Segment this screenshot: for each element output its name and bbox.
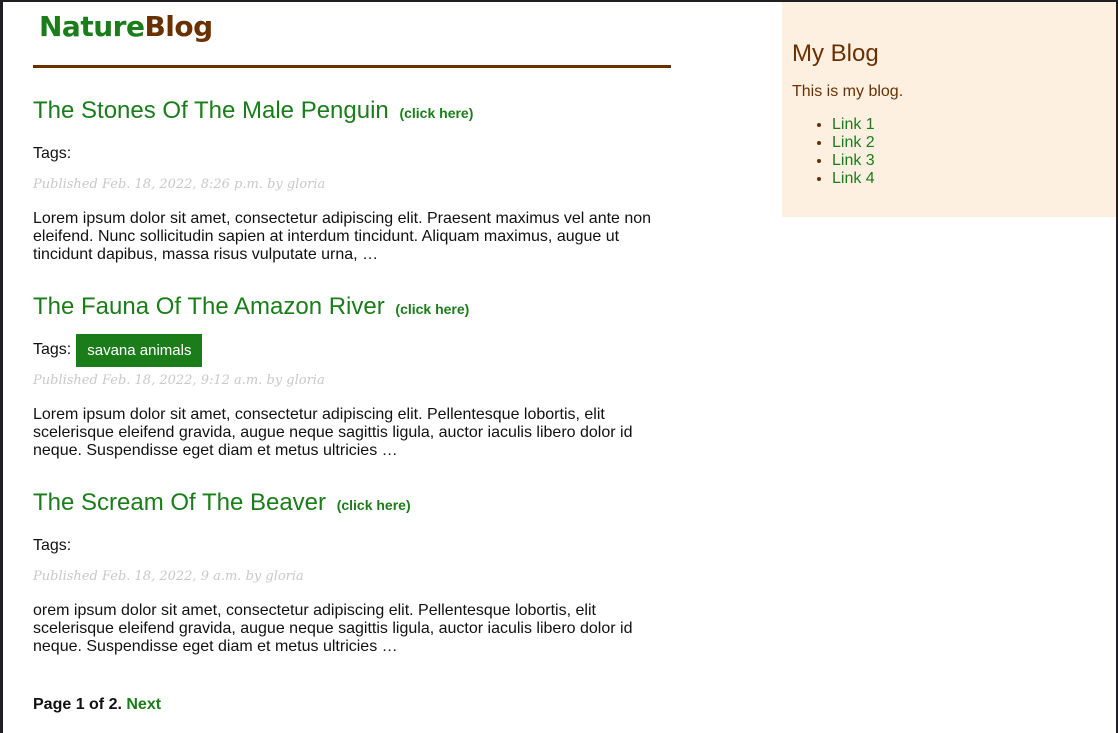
post-meta: Published Feb. 18, 2022, 9:12 a.m. by gl… [33,373,325,388]
click-here-link[interactable]: (click here) [395,301,469,317]
main-content: NatureBlog The Stones Of The Male Pengui… [33,2,671,714]
logo-nature: Nature [39,10,145,43]
logo-blog: Blog [144,10,213,43]
tags-row: Tags: savana animals [33,333,671,367]
post-excerpt: Lorem ipsum dolor sit amet, consectetur … [33,210,652,263]
tag-badge[interactable]: savana animals [76,333,203,367]
post-title: The Fauna Of The Amazon River (click her… [33,293,671,323]
sidebar-link[interactable]: Link 2 [832,134,875,151]
post-excerpt: orem ipsum dolor sit amet, consectetur a… [33,602,633,655]
sidebar-link[interactable]: Link 4 [832,170,875,187]
tags-label: Tags: [33,145,72,162]
sidebar-link[interactable]: Link 1 [832,116,875,133]
sidebar-description: This is my blog. [792,83,904,100]
tags-row: Tags: [33,137,671,171]
sidebar-links: Link 1 Link 2 Link 3 Link 4 [792,116,1116,188]
pagination: Page 1 of 2. Next [33,696,671,714]
tags-row: Tags: [33,529,671,563]
post-title-link[interactable]: The Scream Of The Beaver [33,489,326,516]
sidebar-link-item: Link 2 [832,134,1116,152]
click-here-link[interactable]: (click here) [337,497,411,513]
post: The Fauna Of The Amazon River (click her… [33,293,671,460]
sidebar-link-item: Link 4 [832,170,1116,188]
next-page-link[interactable]: Next [126,696,161,713]
post-title-link[interactable]: The Stones Of The Male Penguin [33,97,389,124]
sidebar-link-item: Link 1 [832,116,1116,134]
post-excerpt: Lorem ipsum dolor sit amet, consectetur … [33,406,633,459]
sidebar-link[interactable]: Link 3 [832,152,875,169]
post-meta: Published Feb. 18, 2022, 8:26 p.m. by gl… [33,177,326,192]
tags-label: Tags: [33,341,72,358]
pagination-text: Page 1 of 2. [33,696,122,713]
tags-label: Tags: [33,537,72,554]
post-meta: Published Feb. 18, 2022, 9 a.m. by glori… [33,569,304,584]
post-title-link[interactable]: The Fauna Of The Amazon River [33,293,385,320]
site-logo[interactable]: NatureBlog [39,10,671,50]
sidebar-title: My Blog [792,40,879,67]
post: The Stones Of The Male Penguin (click he… [33,97,671,264]
post-title: The Stones Of The Male Penguin (click he… [33,97,671,127]
sidebar: My Blog This is my blog. Link 1 Link 2 L… [782,2,1116,217]
page: NatureBlog The Stones Of The Male Pengui… [3,2,1116,733]
click-here-link[interactable]: (click here) [399,105,473,121]
post: The Scream Of The Beaver (click here) Ta… [33,489,671,656]
sidebar-link-item: Link 3 [832,152,1116,170]
post-title: The Scream Of The Beaver (click here) [33,489,671,519]
header-divider [33,65,671,68]
